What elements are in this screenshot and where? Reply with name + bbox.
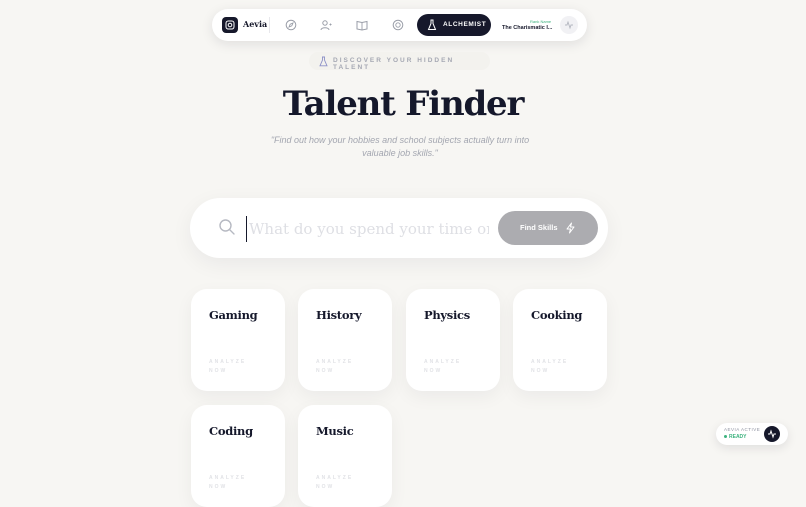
card-action: ANALYZE NOW	[209, 475, 247, 490]
tab-alchemist-label: ALCHEMIST	[443, 21, 487, 28]
lightning-icon	[566, 222, 575, 234]
status-widget: AEVIA ACTIVE READY	[716, 423, 788, 445]
card-title: Gaming	[209, 308, 258, 322]
card-action: ANALYZE NOW	[316, 359, 354, 374]
card-action: ANALYZE NOW	[316, 475, 354, 490]
nav-divider	[269, 17, 270, 33]
tagline-text: DISCOVER YOUR HIDDEN TALENT	[333, 57, 455, 71]
card-title: History	[316, 308, 362, 322]
activity-icon	[565, 20, 573, 30]
talent-card-physics[interactable]: Physics ANALYZE NOW	[406, 289, 500, 391]
search-input[interactable]	[246, 216, 491, 242]
tab-alchemist[interactable]: ALCHEMIST	[417, 14, 491, 36]
talent-card-cooking[interactable]: Cooking ANALYZE NOW	[513, 289, 607, 391]
card-title: Coding	[209, 424, 253, 438]
status-state-text: READY	[729, 434, 747, 440]
tagline-badge: DISCOVER YOUR HIDDEN TALENT	[309, 52, 490, 71]
search-bar: Find Skills	[190, 198, 608, 258]
activity-button[interactable]	[560, 16, 578, 34]
talent-card-history[interactable]: History ANALYZE NOW	[298, 289, 392, 391]
card-title: Cooking	[531, 308, 583, 322]
talent-card-coding[interactable]: Coding ANALYZE NOW	[191, 405, 285, 507]
page-subtitle: "Find out how your hobbies and school su…	[270, 135, 530, 158]
activity-icon	[768, 429, 776, 439]
search-icon	[219, 219, 235, 235]
rank-value: The Charismatic I...	[502, 25, 553, 31]
app-logo[interactable]	[222, 17, 238, 33]
find-skills-label: Find Skills	[520, 223, 558, 232]
card-title: Physics	[424, 308, 470, 322]
talent-card-gaming[interactable]: Gaming ANALYZE NOW	[191, 289, 285, 391]
card-action: ANALYZE NOW	[424, 359, 462, 374]
instagram-icon	[225, 20, 235, 30]
status-label: AEVIA ACTIVE	[724, 427, 761, 432]
card-action: ANALYZE NOW	[531, 359, 569, 374]
top-nav: Aevia ALCHEMIST Rank Name The Charismati…	[212, 9, 587, 41]
card-title: Music	[316, 424, 354, 438]
user-icon[interactable]	[319, 18, 333, 32]
book-icon[interactable]	[355, 18, 369, 32]
flask-icon	[427, 19, 437, 30]
assistant-button[interactable]	[764, 426, 780, 442]
page-title: Talent Finder	[282, 84, 525, 124]
talent-card-music[interactable]: Music ANALYZE NOW	[298, 405, 392, 507]
find-skills-button[interactable]: Find Skills	[498, 211, 598, 245]
card-action: ANALYZE NOW	[209, 359, 247, 374]
status-dot	[724, 435, 727, 439]
status-state: READY	[724, 434, 747, 440]
globe-icon[interactable]	[391, 18, 405, 32]
brand-name: Aevia	[243, 19, 268, 29]
flask-icon	[319, 56, 328, 67]
compass-icon[interactable]	[284, 18, 298, 32]
rank-label: Rank Name	[530, 19, 552, 24]
